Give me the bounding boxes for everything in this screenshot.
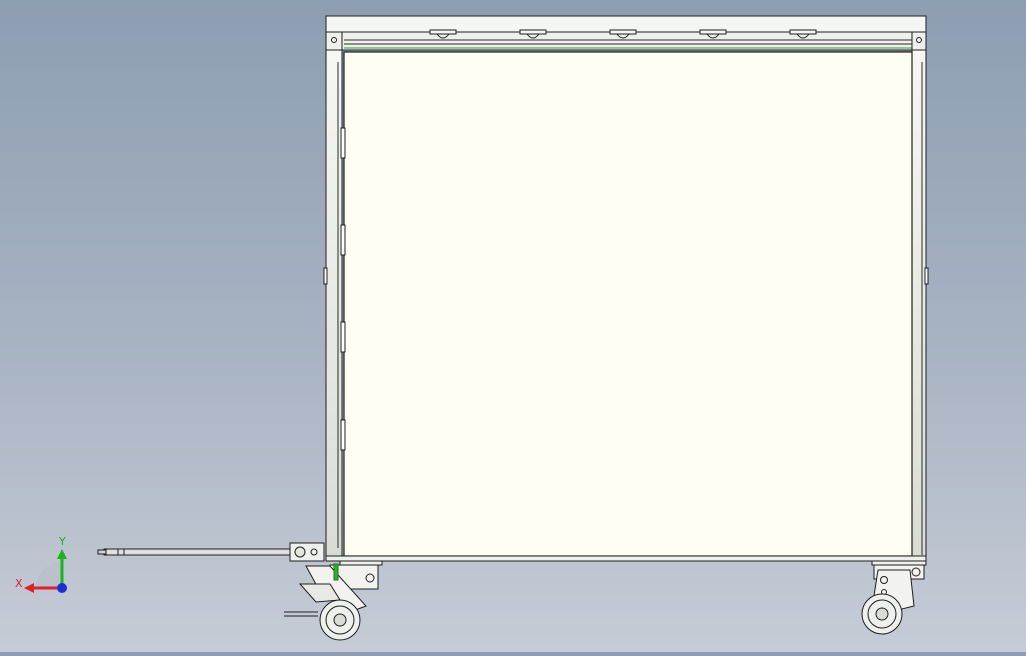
bottom-foot-right xyxy=(871,560,927,566)
triad-z-axis xyxy=(57,583,67,593)
hinge xyxy=(340,127,346,159)
triad-y-label: Y xyxy=(58,535,66,548)
pull-handle xyxy=(97,542,325,562)
triad-y-arrow xyxy=(57,549,67,559)
hinge xyxy=(340,321,346,353)
triad-plane-shade xyxy=(36,562,62,588)
triad-x-arrow xyxy=(24,583,34,593)
hinge xyxy=(340,224,346,256)
right-post xyxy=(911,49,927,561)
bottom-rail xyxy=(325,555,927,562)
axis-triad: X Y xyxy=(15,535,67,593)
hinge xyxy=(323,267,328,285)
model-drawing[interactable]: X Y xyxy=(0,0,1026,652)
triad-x-label: X xyxy=(15,577,23,590)
main-panel xyxy=(343,51,913,557)
hinge xyxy=(340,419,346,451)
hinge xyxy=(924,267,929,285)
cad-graphics-viewport[interactable]: X Y xyxy=(0,0,1026,652)
left-post xyxy=(325,49,343,561)
caster-wheel-right xyxy=(861,564,925,635)
bottom-foot-left xyxy=(339,560,383,566)
caster-wheel-left xyxy=(284,563,379,641)
